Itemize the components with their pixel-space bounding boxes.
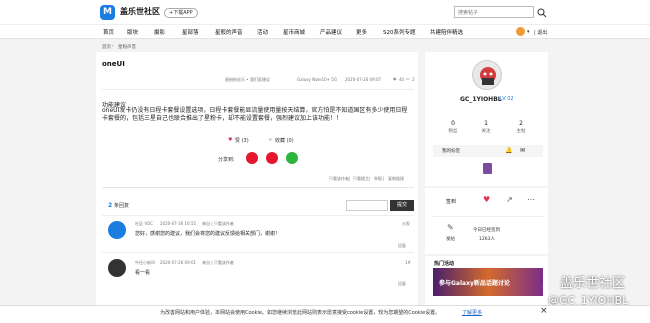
post-body: oneUI发卡仍没有日程卡套餐设置选项，日程卡套餐能显流量使用量按天结算，官方怕… (102, 107, 408, 122)
logo-icon[interactable]: M (100, 5, 115, 20)
comment-text: 您好，感谢您的建议，我们会将您的建议反馈给相关部门，谢谢！ (135, 231, 281, 237)
user-menu-chevron-icon[interactable]: ▾ (527, 29, 530, 35)
comment-tag[interactable]: 来自 | 只看该作者 (202, 221, 234, 227)
ops-sep: | (383, 176, 385, 181)
nav-more[interactable]: 更多 (356, 28, 367, 36)
nav-picks[interactable]: 共建陪伴精选 (430, 28, 463, 36)
comment-count: 2 (108, 202, 113, 209)
nav-home[interactable]: 首页 (103, 28, 114, 36)
search-input[interactable]: 搜索帖子 (454, 6, 534, 18)
thumbs-up-icon[interactable]: ♥ (483, 195, 490, 204)
reply-link[interactable]: 回复 (398, 243, 406, 249)
wechat-icon[interactable] (286, 152, 298, 164)
post-comments: 2 (412, 77, 415, 82)
posts-label: 主帖 (516, 129, 526, 134)
signin-count: 1263人 (479, 237, 495, 242)
weibo-icon[interactable] (246, 152, 258, 164)
followers-label: 粉丝 (448, 129, 458, 134)
post-device: Galaxy Note10+ 5G (297, 77, 337, 82)
comment-date: 2020-07-26 09:01 (160, 260, 197, 265)
avatar[interactable] (108, 221, 126, 239)
comment-search-input[interactable] (346, 200, 388, 211)
hot-events-title: 热门活动 (434, 261, 455, 267)
followers-count[interactable]: 0 (438, 120, 468, 127)
cookie-learn-more-link[interactable]: 了解更多 (462, 309, 482, 316)
divider (433, 216, 543, 217)
share-icon[interactable]: ↗ (506, 195, 513, 204)
following-label: 关注 (481, 129, 491, 134)
chevron-right-icon[interactable]: › (540, 278, 543, 286)
nav-suggest[interactable]: 产品建议 (320, 28, 342, 36)
avatar[interactable] (108, 259, 126, 277)
post-views: 40 (399, 77, 405, 82)
signin-button[interactable]: 签到 (446, 198, 456, 205)
post-title: oneUI (102, 60, 125, 68)
like-button[interactable]: 赞 (3) (235, 137, 249, 144)
my-tags-dropdown[interactable]: 我的标签 (442, 148, 460, 154)
cookie-text: 为改善网站和用户体验，本网站会使用Cookie。如您继续浏览此网站则表示愿意接受… (160, 310, 441, 316)
medal-icon (483, 163, 492, 174)
share-label: 分享到: (218, 157, 235, 163)
more-icon[interactable]: ⋯ (527, 195, 535, 204)
nav-tribe[interactable]: 星部落 (182, 28, 199, 36)
bell-icon[interactable]: 🔔 (505, 147, 512, 154)
event-banner[interactable]: 参与Galaxy新品话题讨论 (433, 268, 543, 296)
divider (102, 252, 414, 253)
report-link[interactable]: 举报 (374, 176, 382, 182)
nav-boards[interactable]: 版块 (127, 28, 138, 36)
weibo-alt-icon[interactable] (266, 152, 278, 164)
comment-date: 2020-07-30 16:55 (160, 221, 197, 226)
post-button[interactable]: 发帖 (446, 236, 455, 242)
comment-user[interactable]: 中还小新叫 (135, 260, 155, 266)
only-op-link[interactable]: 只看楼主 (353, 176, 369, 182)
search-icon[interactable] (537, 8, 547, 18)
nav-events[interactable]: 活动 (257, 28, 268, 36)
signin-status: 今日已经签到 (473, 228, 500, 233)
breadcrumb-home[interactable]: 首页 (102, 44, 111, 50)
top-bar (0, 0, 650, 25)
avatar[interactable] (516, 27, 525, 36)
download-app-button[interactable]: +下载APP (164, 8, 198, 18)
only-author-link[interactable]: 只看该作者 (329, 176, 349, 182)
nav-voice[interactable]: 星般的声音 (215, 28, 243, 36)
level-badge: LV 02 (500, 96, 514, 102)
post-date: 2020-07-26 09:07 (345, 77, 382, 82)
favorite-button[interactable]: 收藏 (0) (275, 137, 294, 144)
comment-text: 看一看 (135, 270, 151, 276)
mail-icon[interactable]: ✉ (520, 147, 525, 154)
divider (102, 215, 414, 216)
divider (102, 89, 414, 90)
avatar[interactable] (472, 60, 502, 90)
comment-count-label: 条回复 (114, 203, 130, 209)
reply-link[interactable]: 回复 (398, 281, 406, 287)
comment-icon: ▭ (406, 76, 410, 81)
breadcrumb-sep: › (112, 44, 114, 49)
nav-photo[interactable]: 摄影 (154, 28, 165, 36)
profile-username[interactable]: GC_1YIOHBL (460, 96, 502, 103)
logout-link[interactable]: | 退出 (534, 29, 547, 36)
nav-s20[interactable]: S20系列专题 (383, 28, 416, 36)
ops-sep: | (369, 176, 371, 181)
close-icon[interactable]: × (540, 306, 548, 316)
brand-name[interactable]: 盖乐世社区 (120, 6, 160, 17)
like-icon[interactable]: ♥ (228, 137, 232, 143)
comment-floor: 1# (405, 260, 411, 265)
comment-user[interactable]: 社区-VOC (135, 221, 153, 227)
watermark-brand: 盖乐世社区 (560, 276, 626, 291)
star-icon[interactable]: ★ (268, 137, 272, 143)
posts-count[interactable]: 2 (506, 120, 536, 127)
comment-tag[interactable]: 来自 | 只看该作者 (202, 260, 234, 266)
comment-search-button[interactable]: 提交 (390, 200, 414, 211)
nav-mall[interactable]: 星币商城 (283, 28, 305, 36)
edit-icon[interactable]: ✎ (447, 223, 454, 232)
eye-icon: ◉ (393, 76, 397, 81)
post-author[interactable]: 星粉粉丝乐 • 我们家建议 (225, 77, 270, 83)
divider (102, 187, 414, 188)
copy-link[interactable]: 复制链接 (388, 176, 404, 182)
ops-sep: | (349, 176, 351, 181)
breadcrumb-current[interactable]: 星粉声音 (118, 44, 136, 50)
following-count[interactable]: 1 (471, 120, 501, 127)
comment-floor: 沙发 (402, 221, 410, 226)
